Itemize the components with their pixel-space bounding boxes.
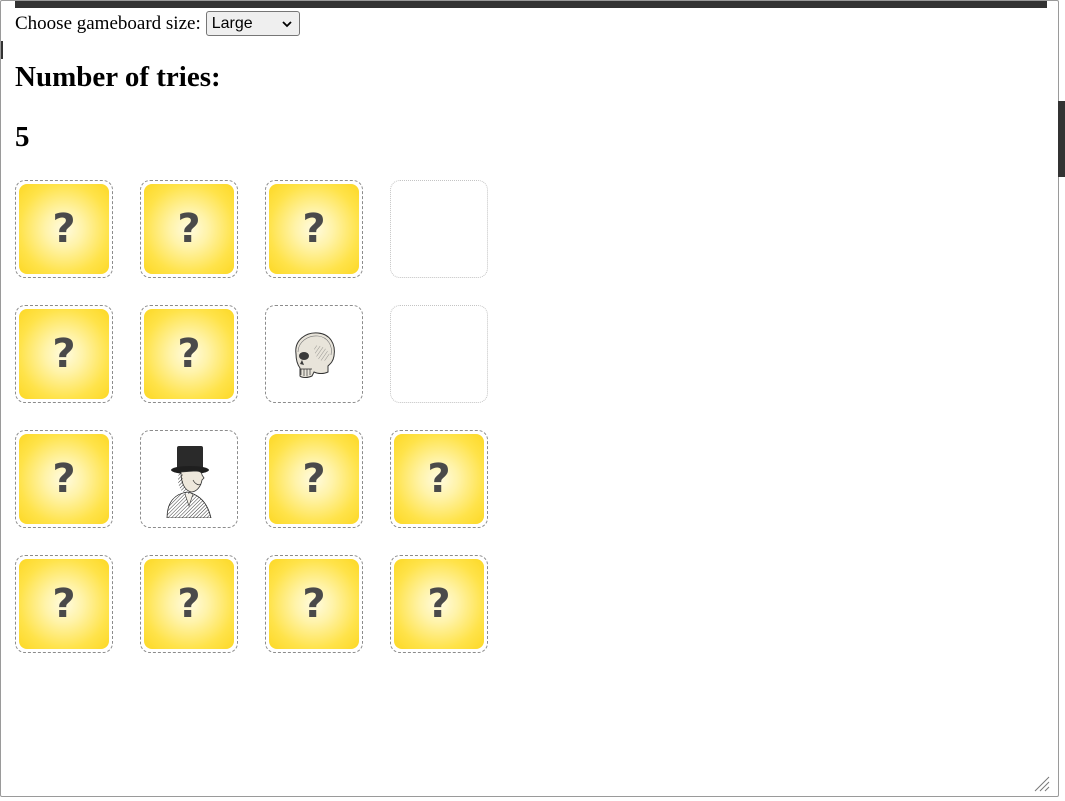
game-card[interactable]: ? <box>15 180 113 278</box>
skull-icon <box>295 332 335 378</box>
tries-label: Number of tries: <box>15 61 221 93</box>
question-mark-icon: ? <box>427 456 451 502</box>
game-window: Choose gameboard size: Large Number of t… <box>0 0 1059 797</box>
question-mark-icon: ? <box>177 331 201 377</box>
card-back: ? <box>19 309 109 399</box>
game-card[interactable]: ? <box>265 430 363 528</box>
game-card <box>390 305 488 403</box>
question-mark-icon: ? <box>52 581 76 627</box>
resize-grip-icon[interactable] <box>1032 774 1050 792</box>
tries-count: 5 <box>15 121 30 153</box>
question-mark-icon: ? <box>52 331 76 377</box>
question-mark-icon: ? <box>302 456 326 502</box>
question-mark-icon: ? <box>302 581 326 627</box>
chevron-down-icon <box>282 20 292 27</box>
card-back: ? <box>144 184 234 274</box>
question-mark-icon: ? <box>427 581 451 627</box>
game-card[interactable]: ? <box>390 555 488 653</box>
scroll-indicator <box>1058 101 1065 177</box>
game-card[interactable]: ? <box>265 555 363 653</box>
top-bar <box>15 1 1047 8</box>
question-mark-icon: ? <box>52 456 76 502</box>
card-back: ? <box>269 434 359 524</box>
card-back: ? <box>19 184 109 274</box>
card-back: ? <box>144 309 234 399</box>
card-back: ? <box>394 559 484 649</box>
game-card[interactable] <box>140 430 238 528</box>
edge-marker <box>1 41 3 59</box>
game-card[interactable]: ? <box>140 305 238 403</box>
game-card[interactable]: ? <box>15 305 113 403</box>
game-card[interactable]: ? <box>390 430 488 528</box>
size-controls: Choose gameboard size: Large <box>15 11 300 36</box>
card-back: ? <box>144 559 234 649</box>
size-select[interactable]: Large <box>205 11 300 36</box>
card-image <box>141 431 237 527</box>
game-card[interactable]: ? <box>140 180 238 278</box>
question-mark-icon: ? <box>52 206 76 252</box>
question-mark-icon: ? <box>177 206 201 252</box>
card-image <box>266 306 362 402</box>
game-card[interactable]: ? <box>15 555 113 653</box>
card-back: ? <box>19 559 109 649</box>
top-hat-man-icon <box>166 446 212 518</box>
size-select-value: Large <box>211 14 253 32</box>
game-card <box>390 180 488 278</box>
card-back: ? <box>269 184 359 274</box>
question-mark-icon: ? <box>302 206 326 252</box>
card-back: ? <box>394 434 484 524</box>
game-card[interactable] <box>265 305 363 403</box>
question-mark-icon: ? <box>177 581 201 627</box>
game-card[interactable]: ? <box>140 555 238 653</box>
game-card[interactable]: ? <box>265 180 363 278</box>
game-card[interactable]: ? <box>15 430 113 528</box>
card-back: ? <box>19 434 109 524</box>
size-label: Choose gameboard size: <box>15 12 201 34</box>
card-back: ? <box>269 559 359 649</box>
